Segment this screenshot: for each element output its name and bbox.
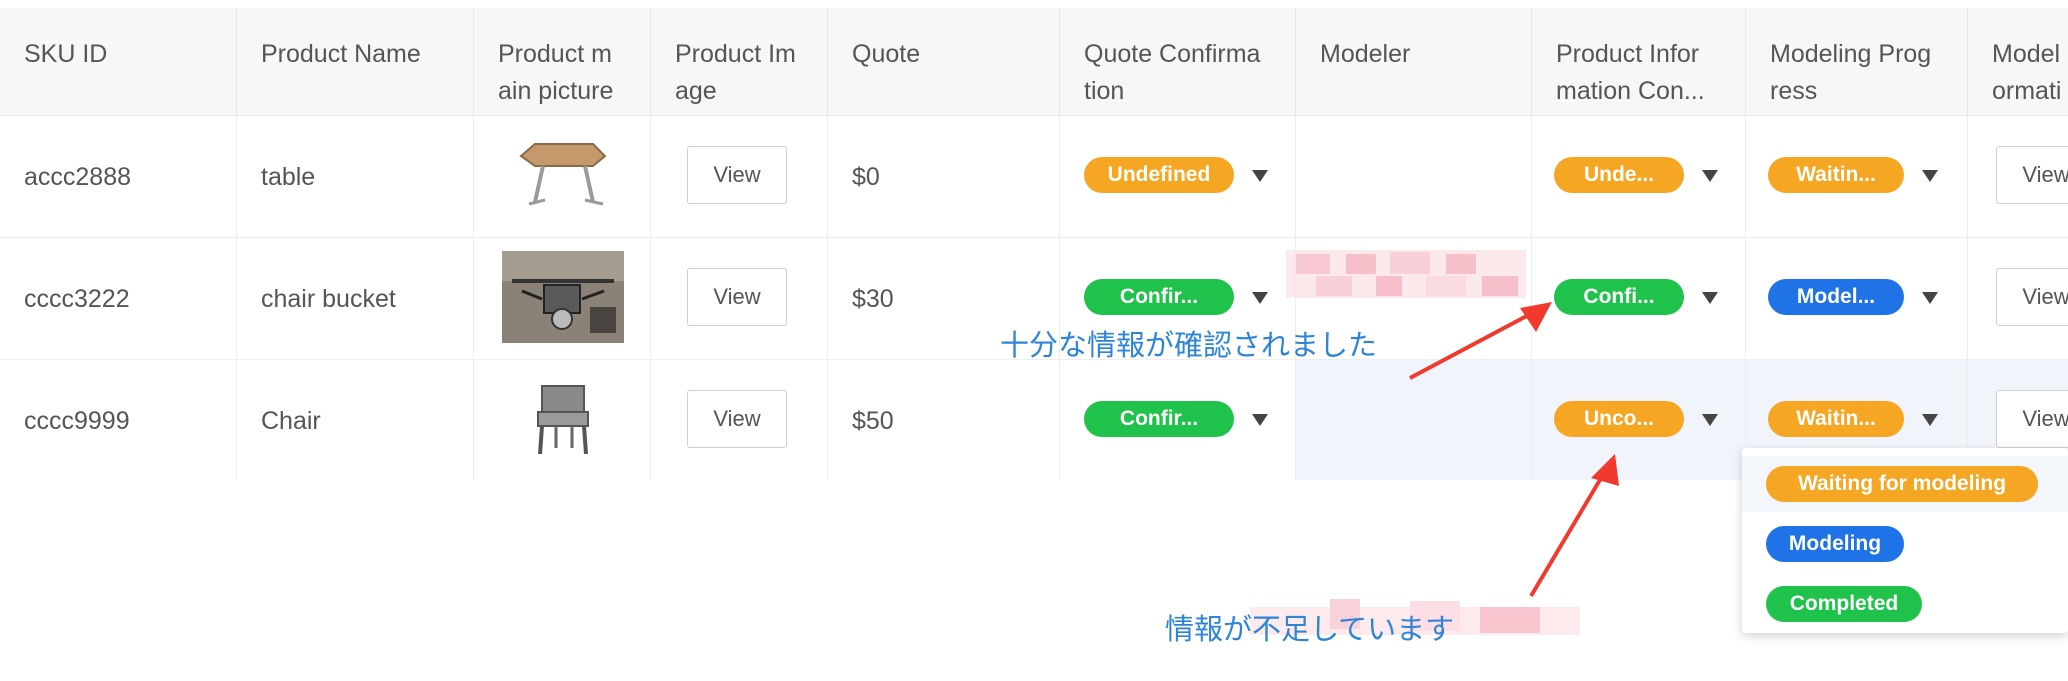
annotation-insufficient-info: 情報が不足しています bbox=[1165, 612, 1455, 646]
view-image-button[interactable]: View bbox=[687, 268, 787, 326]
chevron-down-icon[interactable] bbox=[1702, 292, 1718, 304]
product-name: table bbox=[261, 163, 316, 191]
header-modeling-progress[interactable]: Modeling Prog ress bbox=[1746, 8, 1968, 116]
header-label: Modeling Prog ress bbox=[1770, 40, 1932, 105]
status-badge[interactable]: Confir... bbox=[1084, 401, 1234, 437]
header-label: Model ormati bbox=[1992, 40, 2062, 105]
view-model-button[interactable]: View bbox=[1996, 390, 2068, 448]
annotation-sufficient-info: 十分な情報が確認されました bbox=[1000, 328, 1378, 362]
quote-value: $0 bbox=[852, 163, 880, 191]
chevron-down-icon[interactable] bbox=[1922, 414, 1938, 426]
modeler-cell[interactable] bbox=[1296, 116, 1532, 238]
dropdown-option[interactable]: Completed bbox=[1742, 576, 2068, 632]
header-product-name[interactable]: Product Name bbox=[237, 8, 474, 116]
chair-thumbnail[interactable] bbox=[532, 382, 594, 458]
status-badge[interactable]: Confir... bbox=[1084, 279, 1234, 315]
chevron-down-icon[interactable] bbox=[1922, 292, 1938, 304]
sku-id: cccc3222 bbox=[24, 285, 130, 313]
chevron-down-icon[interactable] bbox=[1252, 414, 1268, 426]
table-row[interactable]: accc2888 table View $0 Undefined Unde...… bbox=[0, 116, 2068, 238]
product-info-select[interactable]: Unde... bbox=[1532, 116, 1746, 238]
header-main-picture[interactable]: Product m ain picture bbox=[474, 8, 651, 116]
header-modeler[interactable]: Modeler bbox=[1296, 8, 1532, 116]
header-label: Quote bbox=[852, 40, 921, 68]
header-label: Product Name bbox=[261, 40, 421, 68]
product-name: Chair bbox=[261, 407, 321, 435]
header-label: Product Infor mation Con... bbox=[1556, 40, 1705, 105]
chevron-down-icon[interactable] bbox=[1702, 414, 1718, 426]
status-badge[interactable]: Unco... bbox=[1554, 401, 1684, 437]
chevron-down-icon[interactable] bbox=[1252, 170, 1268, 182]
view-model-button[interactable]: View bbox=[1996, 146, 2068, 204]
header-label: Quote Confirma tion bbox=[1084, 40, 1261, 105]
sku-id: cccc9999 bbox=[24, 407, 130, 435]
view-image-button[interactable]: View bbox=[687, 146, 787, 204]
header-label: Product Im age bbox=[675, 40, 796, 105]
header-sku-id[interactable]: SKU ID bbox=[0, 8, 237, 116]
chevron-down-icon[interactable] bbox=[1702, 170, 1718, 182]
status-badge[interactable]: Modeling bbox=[1766, 526, 1904, 562]
header-product-image[interactable]: Product Im age bbox=[651, 8, 828, 116]
dropdown-option[interactable]: Modeling bbox=[1742, 516, 2068, 572]
status-badge[interactable]: Completed bbox=[1766, 586, 1922, 622]
modeling-progress-select[interactable]: Waitin... bbox=[1746, 116, 1968, 238]
chevron-down-icon[interactable] bbox=[1922, 170, 1938, 182]
header-label: Modeler bbox=[1320, 40, 1411, 68]
status-badge[interactable]: Unde... bbox=[1554, 157, 1684, 193]
header-model-information[interactable]: Model ormati bbox=[1968, 8, 2068, 116]
quote-value: $30 bbox=[852, 285, 894, 313]
table-thumbnail[interactable] bbox=[513, 138, 611, 218]
status-badge[interactable]: Waitin... bbox=[1768, 157, 1904, 193]
status-badge[interactable]: Waiting for modeling bbox=[1766, 466, 2038, 502]
header-quote[interactable]: Quote bbox=[828, 8, 1060, 116]
modeling-progress-select[interactable]: Model... bbox=[1746, 238, 1968, 360]
header-quote-confirmation[interactable]: Quote Confirma tion bbox=[1060, 8, 1296, 116]
chevron-down-icon[interactable] bbox=[1252, 292, 1268, 304]
modeling-progress-dropdown[interactable]: Waiting for modeling Modeling Completed bbox=[1742, 448, 2068, 633]
sku-id: accc2888 bbox=[24, 163, 132, 191]
dropdown-option[interactable]: Waiting for modeling bbox=[1742, 456, 2068, 512]
status-badge[interactable]: Undefined bbox=[1084, 157, 1234, 193]
quote-value: $50 bbox=[852, 407, 894, 435]
status-badge[interactable]: Confi... bbox=[1554, 279, 1684, 315]
status-badge[interactable]: Model... bbox=[1768, 279, 1904, 315]
view-model-button[interactable]: View bbox=[1996, 268, 2068, 326]
quote-confirmation-select[interactable]: Confir... bbox=[1060, 360, 1296, 480]
header-product-info-confirmation[interactable]: Product Infor mation Con... bbox=[1532, 8, 1746, 116]
header-label: SKU ID bbox=[24, 40, 108, 68]
arrow-annotation bbox=[1409, 302, 1552, 380]
view-image-button[interactable]: View bbox=[687, 390, 787, 448]
header-label: Product m ain picture bbox=[498, 40, 614, 105]
chair-bucket-thumbnail[interactable] bbox=[502, 251, 624, 343]
quote-confirmation-select[interactable]: Undefined bbox=[1060, 116, 1296, 238]
product-name: chair bucket bbox=[261, 285, 396, 313]
product-table: SKU ID Product Name Product m ain pictur… bbox=[0, 8, 2068, 480]
status-badge[interactable]: Waitin... bbox=[1768, 401, 1904, 437]
arrow-annotation bbox=[1529, 454, 1619, 598]
